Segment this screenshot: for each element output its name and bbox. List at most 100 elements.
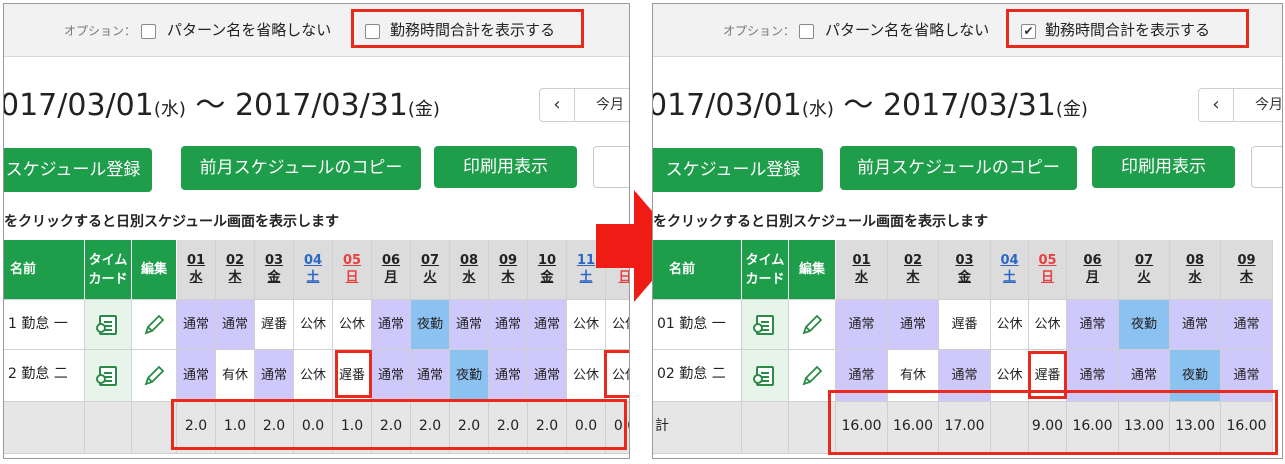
shift-cell[interactable]: 通常 (1067, 300, 1119, 350)
day-weekday[interactable]: 金 (528, 269, 566, 286)
shift-cell[interactable]: 夜勤 (411, 300, 450, 350)
shift-cell[interactable]: 公休 (567, 300, 606, 350)
day-number[interactable]: 02 (216, 252, 254, 269)
shift-cell[interactable]: 公休 (294, 350, 333, 402)
day-header[interactable]: 05 日 (333, 240, 372, 300)
shift-cell[interactable]: 通常 (450, 300, 489, 350)
day-weekday[interactable]: 水 (836, 269, 887, 286)
copy-prev-schedule-button[interactable]: 前月スケジュールのコピー (840, 146, 1077, 190)
day-number[interactable]: 06 (372, 252, 410, 269)
day-number[interactable]: 09 (489, 252, 527, 269)
shift-cell[interactable]: 通常 (1170, 300, 1221, 350)
shift-cell[interactable]: 通常 (411, 350, 450, 402)
day-number[interactable]: 03 (255, 252, 293, 269)
schedule-register-button[interactable]: スケジュール登録 (4, 148, 152, 192)
day-weekday[interactable]: 水 (1170, 269, 1220, 286)
shift-cell[interactable]: 通常 (372, 350, 411, 402)
shift-cell[interactable]: 遅番 (939, 300, 991, 350)
day-header[interactable]: 07 火 (1119, 240, 1170, 300)
day-header[interactable]: 05 日 (1029, 240, 1067, 300)
day-header[interactable]: 02 木 (888, 240, 939, 300)
day-weekday[interactable]: 月 (372, 269, 410, 286)
day-weekday[interactable]: 火 (1119, 269, 1169, 286)
timecard-icon[interactable] (753, 365, 774, 386)
day-header[interactable]: 10 金 (528, 240, 567, 300)
shift-cell[interactable]: 夜勤 (1119, 300, 1170, 350)
shift-cell[interactable]: 通常 (216, 300, 255, 350)
day-weekday[interactable]: 木 (1221, 269, 1272, 286)
day-weekday[interactable]: 水 (450, 269, 488, 286)
shift-cell[interactable]: 通常 (1221, 300, 1273, 350)
shift-cell[interactable]: 遅番 (255, 300, 294, 350)
day-weekday[interactable]: 木 (216, 269, 254, 286)
day-number[interactable]: 05 (1029, 252, 1066, 269)
omit-pattern-checkbox[interactable] (141, 24, 156, 39)
pencil-icon[interactable] (799, 312, 825, 338)
day-header[interactable]: 09 木 (489, 240, 528, 300)
day-header[interactable]: 08 水 (450, 240, 489, 300)
print-view-button[interactable]: 印刷用表示 (1092, 146, 1235, 188)
day-weekday[interactable]: 日 (1029, 269, 1066, 286)
shift-cell[interactable]: 通常 (255, 350, 294, 402)
day-header[interactable]: 09 木 (1221, 240, 1273, 300)
extra-button[interactable] (593, 146, 629, 188)
day-header[interactable]: 06 月 (372, 240, 411, 300)
edit-cell[interactable] (132, 350, 177, 402)
day-number[interactable]: 08 (450, 252, 488, 269)
shift-cell[interactable]: 公休 (294, 300, 333, 350)
schedule-register-button[interactable]: スケジュール登録 (653, 148, 823, 192)
day-number[interactable]: 05 (333, 252, 371, 269)
timecard-icon[interactable] (96, 314, 117, 335)
day-header[interactable]: 04 土 (991, 240, 1029, 300)
pencil-icon[interactable] (141, 312, 167, 338)
day-header[interactable]: 03 金 (939, 240, 991, 300)
shift-cell[interactable]: 有休 (216, 350, 255, 402)
shift-cell[interactable]: 通常 (528, 350, 567, 402)
day-weekday[interactable]: 木 (888, 269, 938, 286)
edit-cell[interactable] (789, 300, 836, 350)
print-view-button[interactable]: 印刷用表示 (434, 146, 577, 188)
pencil-icon[interactable] (799, 363, 825, 389)
day-weekday[interactable]: 月 (1067, 269, 1118, 286)
day-header[interactable]: 03 金 (255, 240, 294, 300)
pencil-icon[interactable] (141, 363, 167, 389)
timecard-cell[interactable] (85, 300, 132, 350)
shift-cell[interactable]: 公休 (606, 300, 629, 350)
day-weekday[interactable]: 火 (411, 269, 449, 286)
shift-cell[interactable]: 公休 (1029, 300, 1067, 350)
day-number[interactable]: 04 (294, 252, 332, 269)
day-weekday[interactable]: 水 (177, 269, 215, 286)
day-weekday[interactable]: 土 (991, 269, 1028, 286)
shift-cell[interactable]: 通常 (177, 300, 216, 350)
prev-month-icon[interactable]: ‹ (540, 89, 575, 121)
shift-cell[interactable]: 公休 (567, 350, 606, 402)
day-weekday[interactable]: 木 (489, 269, 527, 286)
extra-button[interactable] (1251, 146, 1282, 188)
day-number[interactable]: 09 (1221, 252, 1272, 269)
this-month-button[interactable]: 今月 (1255, 89, 1282, 121)
day-weekday[interactable]: 日 (333, 269, 371, 286)
shift-cell[interactable]: 通常 (836, 300, 888, 350)
day-header[interactable]: 04 土 (294, 240, 333, 300)
timecard-cell[interactable] (742, 300, 789, 350)
timecard-cell[interactable] (742, 350, 789, 402)
day-number[interactable]: 01 (177, 252, 215, 269)
day-number[interactable]: 01 (836, 252, 887, 269)
day-number[interactable]: 08 (1170, 252, 1220, 269)
day-number[interactable]: 10 (528, 252, 566, 269)
timecard-cell[interactable] (85, 350, 132, 402)
day-weekday[interactable]: 金 (255, 269, 293, 286)
day-header[interactable]: 01 水 (836, 240, 888, 300)
day-weekday[interactable]: 土 (294, 269, 332, 286)
shift-cell[interactable]: 通常 (372, 300, 411, 350)
day-number[interactable]: 03 (939, 252, 990, 269)
shift-cell[interactable]: 夜勤 (450, 350, 489, 402)
day-header[interactable]: 08 水 (1170, 240, 1221, 300)
omit-pattern-checkbox[interactable] (799, 24, 814, 39)
shift-cell[interactable]: 通常 (888, 300, 939, 350)
day-number[interactable]: 04 (991, 252, 1028, 269)
day-header[interactable]: 07 火 (411, 240, 450, 300)
timecard-icon[interactable] (96, 365, 117, 386)
prev-month-icon[interactable]: ‹ (1199, 89, 1234, 121)
shift-cell[interactable]: 公休 (991, 300, 1029, 350)
